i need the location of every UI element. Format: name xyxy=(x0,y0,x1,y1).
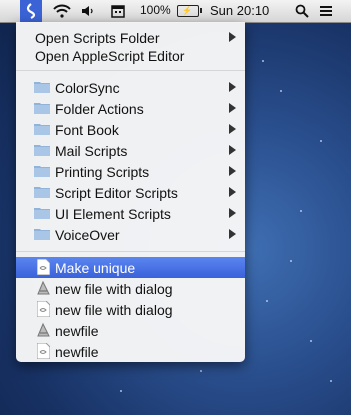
menu-folder-voiceover[interactable]: VoiceOver xyxy=(16,224,245,245)
star xyxy=(120,390,122,392)
list-icon[interactable] xyxy=(316,0,336,22)
menu-script-new-file-with-dialog[interactable]: new file with dialog xyxy=(16,278,245,299)
menu-item-label: Make unique xyxy=(55,259,136,276)
menu-folder-printing-scripts[interactable]: Printing Scripts xyxy=(16,161,245,182)
star xyxy=(310,340,312,342)
menu-item-label: new file with dialog xyxy=(55,280,173,297)
menu-folder-colorsync[interactable]: ColorSync xyxy=(16,77,245,98)
menu-folder-script-editor-scripts[interactable]: Script Editor Scripts xyxy=(16,182,245,203)
search-icon[interactable] xyxy=(292,0,312,22)
folder-icon xyxy=(34,103,50,114)
menu-item-label: Open Scripts Folder xyxy=(35,29,160,46)
menu-item-label: UI Element Scripts xyxy=(55,205,171,222)
star xyxy=(266,300,268,302)
menubar-clock[interactable]: Sun 20:10 xyxy=(210,3,269,18)
menu-item-label: Mail Scripts xyxy=(55,142,128,159)
menu-item-label: Open AppleScript Editor xyxy=(35,47,185,64)
menu-folder-ui-element-scripts[interactable]: UI Element Scripts xyxy=(16,203,245,224)
menu-item-open-applescript-editor[interactable]: Open AppleScript Editor xyxy=(16,45,245,66)
folder-icon xyxy=(34,145,50,156)
applescript-icon xyxy=(37,322,50,337)
submenu-arrow-icon xyxy=(229,208,236,218)
menu-bar: 100% ⚡ Sun 20:10 xyxy=(0,0,351,23)
star xyxy=(280,90,282,92)
star xyxy=(262,60,264,62)
script-menu-dropdown: Open Scripts Folder Open AppleScript Edi… xyxy=(16,22,245,362)
submenu-arrow-icon xyxy=(229,166,236,176)
menu-script-make-unique[interactable]: Make unique xyxy=(16,257,245,278)
applescript-icon xyxy=(37,280,50,295)
menu-item-label: Folder Actions xyxy=(55,100,144,117)
script-doc-icon xyxy=(37,259,50,275)
script-menu-icon[interactable] xyxy=(20,0,42,22)
volume-icon[interactable] xyxy=(78,0,98,22)
folder-icon xyxy=(34,82,50,93)
folder-icon xyxy=(34,208,50,219)
menu-item-label: ColorSync xyxy=(55,79,120,96)
menu-item-label: Script Editor Scripts xyxy=(55,184,178,201)
menu-item-label: Font Book xyxy=(55,121,119,138)
script-doc-icon xyxy=(37,301,50,317)
folder-icon xyxy=(34,124,50,135)
star xyxy=(300,210,302,212)
submenu-arrow-icon xyxy=(229,229,236,239)
calendar-icon[interactable] xyxy=(108,0,128,22)
menu-folder-folder-actions[interactable]: Folder Actions xyxy=(16,98,245,119)
submenu-arrow-icon xyxy=(229,187,236,197)
folder-icon xyxy=(34,229,50,240)
menu-item-label: VoiceOver xyxy=(55,226,120,243)
submenu-arrow-icon xyxy=(229,82,236,92)
menu-folder-font-book[interactable]: Font Book xyxy=(16,119,245,140)
menu-script-new-file-with-dialog[interactable]: new file with dialog xyxy=(16,299,245,320)
menu-item-label: Printing Scripts xyxy=(55,163,150,180)
menu-item-label: new file with dialog xyxy=(55,301,173,318)
menu-item-label: newfile xyxy=(55,343,99,360)
menu-separator xyxy=(16,251,245,252)
folder-icon xyxy=(34,166,50,177)
menu-folder-mail-scripts[interactable]: Mail Scripts xyxy=(16,140,245,161)
menu-item-label: newfile xyxy=(55,322,99,339)
script-doc-icon xyxy=(37,343,50,359)
star xyxy=(200,370,202,372)
menu-separator xyxy=(16,70,245,71)
star xyxy=(330,380,332,382)
battery-percent: 100% xyxy=(140,3,171,17)
submenu-arrow-icon xyxy=(229,145,236,155)
wifi-icon[interactable] xyxy=(50,0,74,22)
submenu-arrow-icon xyxy=(229,32,236,42)
folder-icon xyxy=(34,187,50,198)
battery-icon[interactable]: ⚡ xyxy=(175,0,202,22)
menu-script-newfile[interactable]: newfile xyxy=(16,320,245,341)
menu-script-newfile[interactable]: newfile xyxy=(16,341,245,362)
star xyxy=(320,140,322,142)
star xyxy=(290,260,292,262)
submenu-arrow-icon xyxy=(229,103,236,113)
submenu-arrow-icon xyxy=(229,124,236,134)
